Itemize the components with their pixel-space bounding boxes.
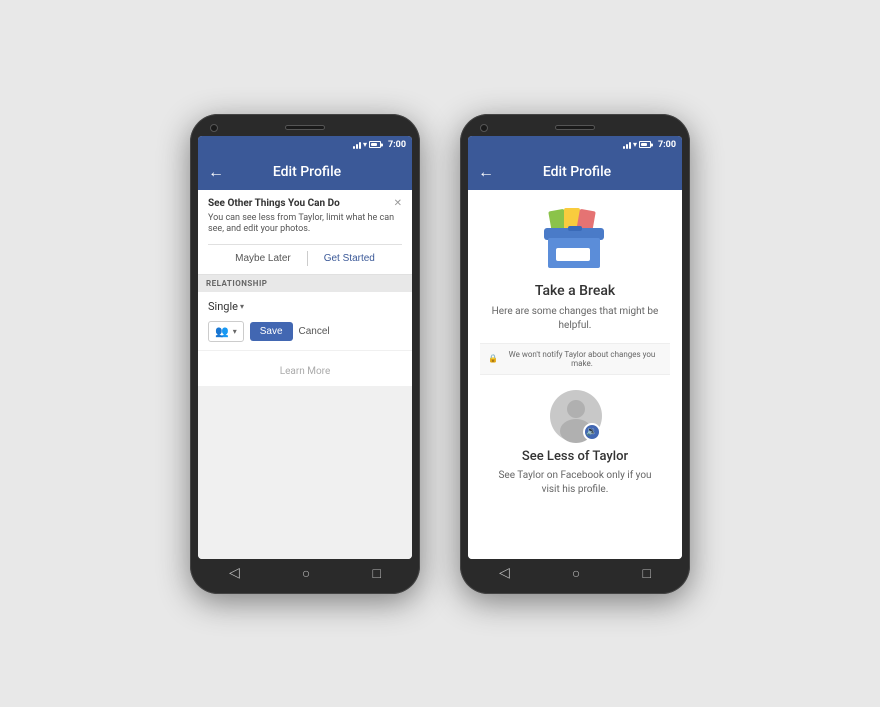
take-a-break-subtitle: Here are some changes that might be help… bbox=[480, 305, 670, 333]
left-screen-content: See Other Things You Can Do ✕ You can se… bbox=[198, 190, 412, 559]
notification-close-icon[interactable]: ✕ bbox=[394, 198, 402, 209]
right-screen: ▾ 7:00 ← Edit Profile bbox=[468, 136, 682, 559]
signal-icon bbox=[353, 141, 361, 149]
right-status-bar: ▾ 7:00 bbox=[468, 136, 682, 154]
friends-icon: 👥 bbox=[215, 325, 229, 338]
left-app-title: Edit Profile bbox=[232, 164, 382, 180]
left-status-bar: ▾ 7:00 bbox=[198, 136, 412, 154]
maybe-later-button[interactable]: Maybe Later bbox=[223, 251, 308, 266]
notification-header: See Other Things You Can Do ✕ bbox=[208, 198, 402, 209]
save-button[interactable]: Save bbox=[250, 322, 293, 341]
back-nav-button[interactable]: ◁ bbox=[229, 565, 240, 581]
right-status-time: 7:00 bbox=[658, 140, 676, 150]
volume-down-icon: 🔉 bbox=[586, 427, 597, 437]
right-status-icons: ▾ bbox=[623, 140, 651, 149]
notification-actions: Maybe Later Get Started bbox=[208, 244, 402, 266]
see-less-description: See Taylor on Facebook only if you visit… bbox=[492, 469, 658, 497]
right-phone-nav: ◁ ○ □ bbox=[468, 559, 682, 584]
right-wifi-icon: ▾ bbox=[633, 140, 637, 149]
camera-sensor bbox=[210, 124, 218, 132]
right-app-bar: ← Edit Profile bbox=[468, 154, 682, 190]
left-phone-top-bar bbox=[198, 124, 412, 132]
take-a-break-title: Take a Break bbox=[535, 283, 615, 299]
right-battery-icon bbox=[639, 141, 651, 148]
privacy-notice-text: We won't notify Taylor about changes you… bbox=[502, 350, 662, 368]
status-time: 7:00 bbox=[388, 140, 406, 150]
lock-icon: 🔒 bbox=[488, 354, 498, 363]
right-back-nav-button[interactable]: ◁ bbox=[499, 565, 510, 581]
audience-dropdown-icon: ▾ bbox=[233, 327, 237, 336]
left-phone-nav: ◁ ○ □ bbox=[198, 559, 412, 584]
get-started-button[interactable]: Get Started bbox=[308, 251, 387, 266]
relationship-dropdown-icon: ▾ bbox=[240, 302, 244, 311]
speaker bbox=[285, 125, 325, 130]
privacy-notice: 🔒 We won't notify Taylor about changes y… bbox=[480, 343, 670, 375]
battery-icon bbox=[369, 141, 381, 148]
mute-badge: 🔉 bbox=[583, 423, 601, 441]
left-screen: ▾ 7:00 ← Edit Profile See Other Things Y… bbox=[198, 136, 412, 559]
learn-more-section: Learn More bbox=[198, 351, 412, 386]
relationship-row: Single ▾ bbox=[208, 300, 402, 313]
left-phone: ▾ 7:00 ← Edit Profile See Other Things Y… bbox=[190, 114, 420, 594]
cancel-button[interactable]: Cancel bbox=[299, 326, 330, 337]
form-card: Single ▾ 👥 ▾ Save Cancel bbox=[198, 292, 412, 350]
audience-picker[interactable]: 👥 ▾ bbox=[208, 321, 244, 342]
relationship-select[interactable]: Single ▾ bbox=[208, 300, 244, 313]
right-recents-nav-button[interactable]: □ bbox=[642, 565, 650, 582]
status-icons: ▾ bbox=[353, 140, 381, 149]
relationship-value: Single bbox=[208, 300, 238, 313]
right-camera-sensor bbox=[480, 124, 488, 132]
right-speaker bbox=[555, 125, 595, 130]
recents-nav-button[interactable]: □ bbox=[372, 565, 380, 582]
right-home-nav-button[interactable]: ○ bbox=[572, 565, 580, 582]
see-less-title: See Less of Taylor bbox=[522, 449, 628, 464]
wifi-icon: ▾ bbox=[363, 140, 367, 149]
left-app-bar: ← Edit Profile bbox=[198, 154, 412, 190]
notification-card: See Other Things You Can Do ✕ You can se… bbox=[198, 190, 412, 275]
avatar-with-badge: 🔉 bbox=[549, 389, 601, 441]
notification-body: You can see less from Taylor, limit what… bbox=[208, 213, 402, 236]
right-phone-top-bar bbox=[468, 124, 682, 132]
take-a-break-section: Take a Break Here are some changes that … bbox=[468, 190, 682, 559]
right-app-title: Edit Profile bbox=[502, 164, 652, 180]
right-phone: ▾ 7:00 ← Edit Profile bbox=[460, 114, 690, 594]
audience-row: 👥 ▾ Save Cancel bbox=[208, 321, 402, 342]
filing-box-icon bbox=[540, 206, 610, 275]
back-button[interactable]: ← bbox=[208, 162, 224, 182]
home-nav-button[interactable]: ○ bbox=[302, 565, 310, 582]
learn-more-link[interactable]: Learn More bbox=[280, 366, 331, 377]
notification-title: See Other Things You Can Do bbox=[208, 198, 340, 209]
see-less-section: 🔉 See Less of Taylor See Taylor on Faceb… bbox=[480, 375, 670, 551]
right-back-button[interactable]: ← bbox=[478, 162, 494, 182]
relationship-section-label: RELATIONSHIP bbox=[198, 275, 412, 292]
right-signal-icon bbox=[623, 141, 631, 149]
